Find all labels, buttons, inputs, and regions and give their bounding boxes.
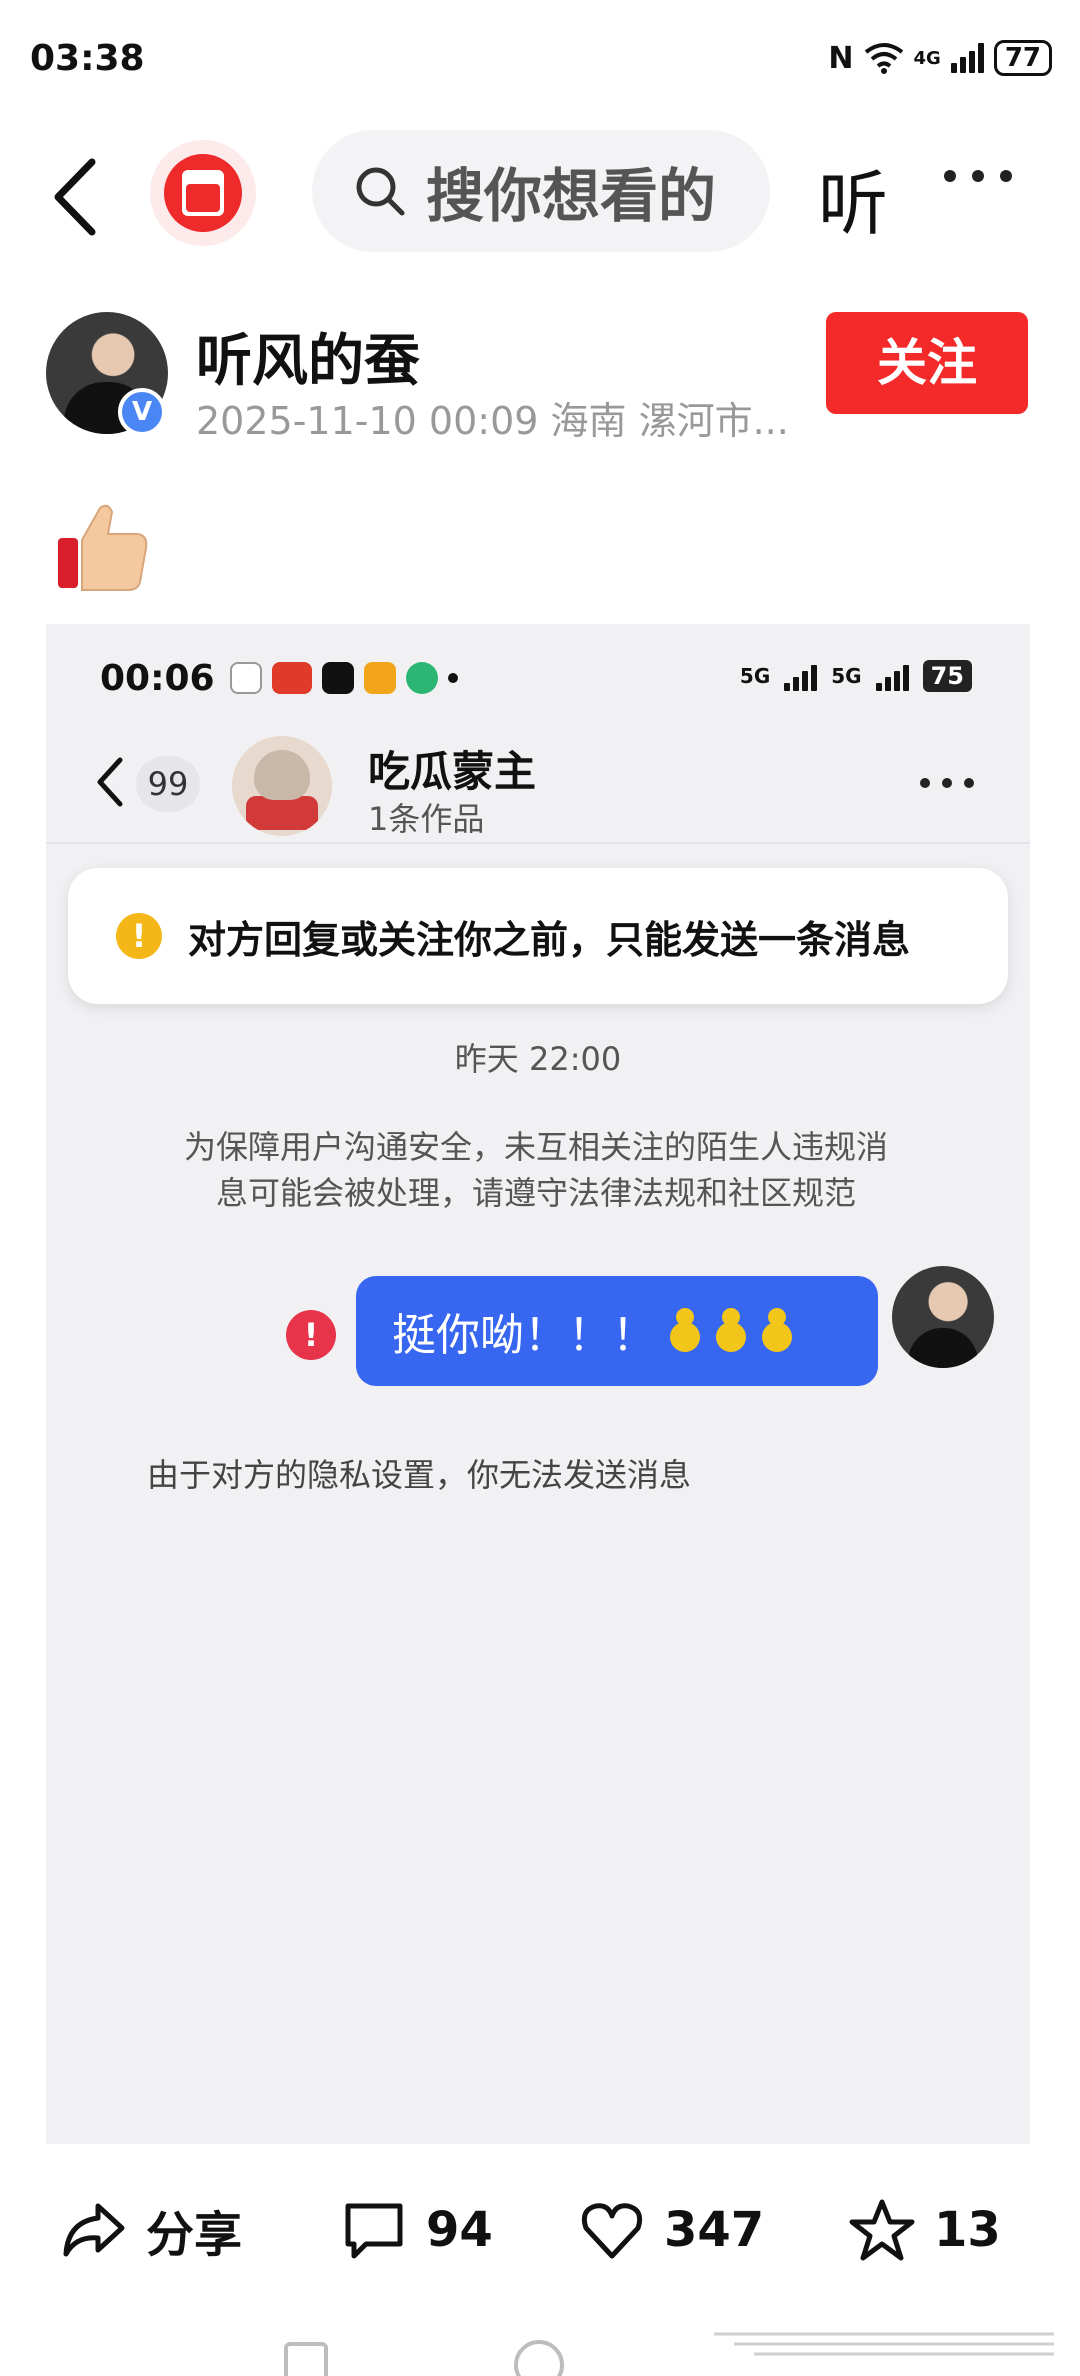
more-options-button[interactable] bbox=[920, 778, 974, 788]
comments-count: 94 bbox=[426, 2202, 493, 2258]
gourd-emoji-icon bbox=[668, 1308, 702, 1354]
gourd-emoji-icon bbox=[760, 1308, 794, 1354]
watermark-lines bbox=[714, 2332, 1054, 2356]
status-time: 03:38 bbox=[30, 38, 145, 79]
app-icon bbox=[406, 662, 438, 694]
contact-name[interactable]: 吃瓜蒙主 bbox=[368, 738, 536, 799]
favorite-button[interactable]: 13 bbox=[848, 2190, 1001, 2270]
message-timestamp: 昨天 22:00 bbox=[454, 1040, 622, 1078]
more-options-button[interactable] bbox=[944, 170, 1012, 182]
safety-notice: 为保障用户沟通安全，未互相关注的陌生人违规消息可能会被处理，请遵守法律法规和社区… bbox=[183, 1128, 888, 1212]
author-row: V 听风的蚕 2025-11-10 00:09 海南 漯河市... 关注 bbox=[0, 300, 1080, 450]
signal-icon bbox=[875, 661, 909, 691]
thumbs-up-icon bbox=[58, 504, 148, 591]
action-bar: 分享 94 347 13 bbox=[0, 2170, 1080, 2290]
notice-text: 对方回复或关注你之前，只能发送一条消息 bbox=[188, 917, 911, 962]
listen-button[interactable]: 听 bbox=[818, 148, 888, 249]
system-nav-bar bbox=[0, 2326, 1080, 2376]
share-label: 分享 bbox=[146, 2207, 243, 2263]
signal-icon bbox=[784, 661, 818, 691]
status-icons: N 4G 77 bbox=[828, 40, 1052, 76]
app-icon bbox=[364, 662, 396, 694]
status-bar: 03:38 N 4G 77 bbox=[0, 0, 1080, 120]
comment-icon bbox=[345, 2203, 403, 2259]
chat-header: 99 吃瓜蒙主 1条作品 bbox=[46, 724, 1030, 844]
share-button[interactable]: 分享 bbox=[60, 2190, 242, 2270]
embedded-status-time: 00:06 bbox=[100, 658, 215, 699]
warning-icon: ! bbox=[116, 913, 162, 959]
dot-icon bbox=[920, 778, 930, 788]
search-icon bbox=[356, 167, 405, 216]
privacy-notice: 由于对方的隐私设置，你无法发送消息 bbox=[146, 1456, 691, 1494]
battery-icon: 77 bbox=[993, 40, 1052, 76]
author-name[interactable]: 听风的蚕 bbox=[196, 316, 420, 397]
heart-icon bbox=[581, 2203, 643, 2259]
app-icon bbox=[230, 662, 262, 694]
top-bar: 搜你想看的 听 bbox=[0, 130, 1080, 260]
send-failed-icon[interactable]: ! bbox=[286, 1310, 336, 1360]
comment-button[interactable]: 94 bbox=[340, 2190, 493, 2270]
embedded-status-icons: 5G 5G 75 bbox=[740, 660, 972, 692]
back-arrow-icon[interactable] bbox=[90, 752, 130, 812]
battery-icon: 75 bbox=[922, 660, 972, 692]
notification-icons bbox=[230, 662, 458, 694]
network-type: 5G bbox=[739, 664, 771, 688]
network-type: 5G bbox=[831, 664, 862, 688]
toutiao-icon bbox=[272, 662, 312, 694]
search-input[interactable]: 搜你想看的 bbox=[312, 130, 770, 252]
dot-icon bbox=[448, 673, 458, 683]
signal-icon bbox=[950, 43, 984, 73]
dot-icon bbox=[942, 778, 952, 788]
like-button[interactable]: 347 bbox=[578, 2190, 764, 2270]
favorites-count: 13 bbox=[934, 2202, 1001, 2258]
embedded-screenshot[interactable]: 00:06 5G 5G 75 99 吃瓜蒙主 1条作品 ! 对方回复或关注你之前… bbox=[46, 624, 1030, 2144]
wifi-icon bbox=[864, 43, 903, 74]
nfc-icon: N bbox=[828, 40, 854, 76]
likes-count: 347 bbox=[664, 2202, 765, 2258]
dot-icon bbox=[944, 170, 956, 182]
message-limit-notice: ! 对方回复或关注你之前，只能发送一条消息 bbox=[68, 868, 1008, 1004]
red-packet-icon bbox=[164, 154, 242, 232]
gourd-emoji-icon bbox=[714, 1308, 748, 1354]
dot-icon bbox=[1000, 170, 1012, 182]
post-meta: 2025-11-10 00:09 海南 漯河市... bbox=[196, 399, 789, 443]
share-icon bbox=[63, 2203, 125, 2257]
contact-avatar[interactable] bbox=[232, 736, 332, 836]
message-text: 挺你呦！！！ bbox=[392, 1310, 656, 1361]
search-placeholder: 搜你想看的 bbox=[426, 162, 717, 230]
star-icon bbox=[849, 2199, 915, 2261]
red-packet-button[interactable] bbox=[150, 140, 256, 246]
works-count: 1条作品 bbox=[368, 800, 485, 838]
message-bubble[interactable]: 挺你呦！！！ bbox=[356, 1276, 878, 1386]
follow-button[interactable]: 关注 bbox=[826, 312, 1028, 414]
back-arrow-icon[interactable] bbox=[40, 152, 110, 242]
embedded-status-bar: 00:06 5G 5G 75 bbox=[46, 624, 1030, 724]
unread-count-badge: 99 bbox=[136, 756, 200, 812]
sender-avatar[interactable] bbox=[892, 1266, 994, 1368]
recent-apps-button[interactable] bbox=[284, 2342, 328, 2376]
douyin-icon bbox=[322, 662, 354, 694]
dot-icon bbox=[964, 778, 974, 788]
message-row: ! 挺你呦！！！ bbox=[46, 1266, 1030, 1406]
home-button[interactable] bbox=[514, 2340, 564, 2376]
verified-icon: V bbox=[118, 388, 166, 436]
network-type: 4G bbox=[913, 47, 941, 69]
dot-icon bbox=[972, 170, 984, 182]
